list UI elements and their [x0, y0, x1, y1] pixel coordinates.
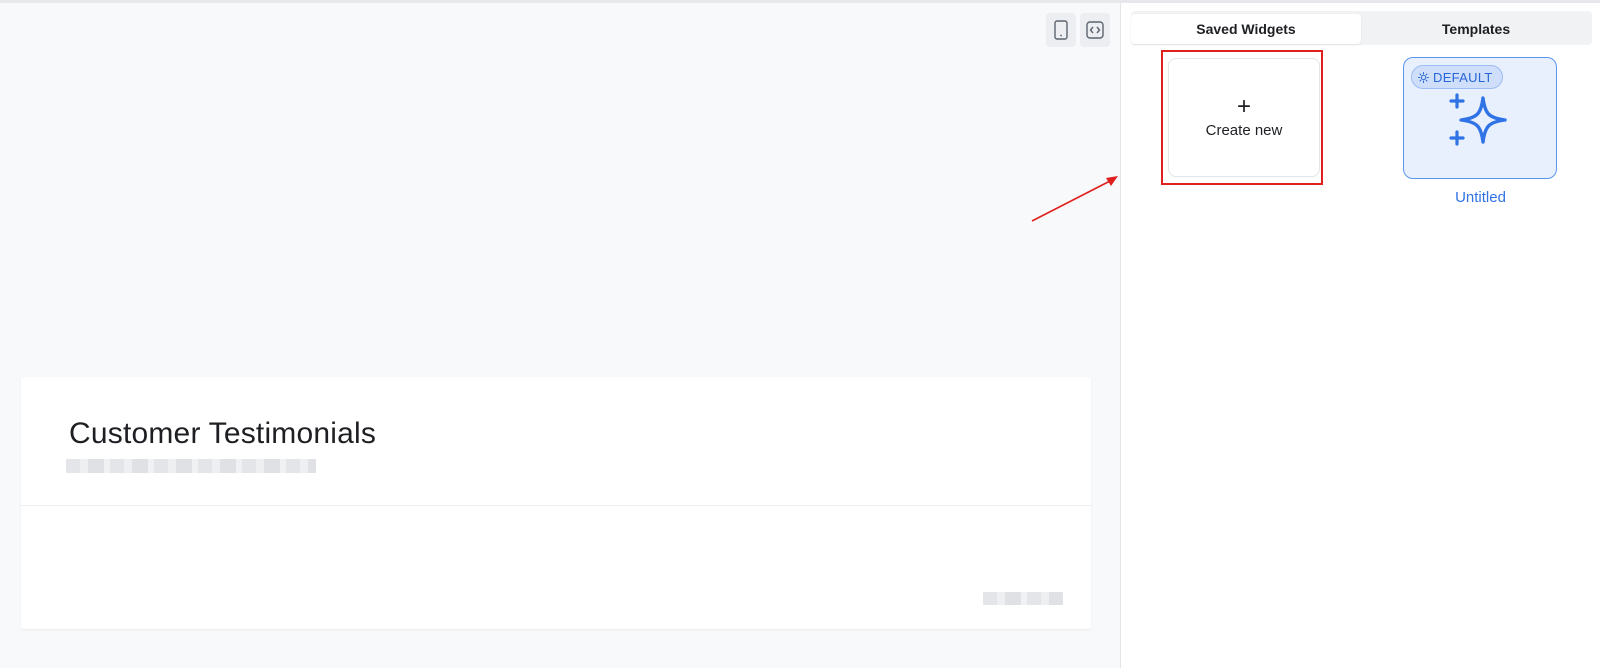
- code-embed-icon: [1086, 21, 1104, 39]
- tab-saved-widgets[interactable]: Saved Widgets: [1131, 14, 1361, 44]
- annotation-arrow: [1031, 176, 1118, 222]
- default-badge-label: DEFAULT: [1433, 69, 1493, 85]
- embed-code-button[interactable]: [1080, 13, 1110, 47]
- widgets-side-panel: Saved Widgets Templates + Create new DEF…: [1120, 3, 1600, 668]
- create-new-label: Create new: [1205, 122, 1283, 139]
- tab-templates[interactable]: Templates: [1361, 14, 1591, 44]
- widget-name-link[interactable]: Untitled: [1403, 189, 1558, 206]
- testimonials-widget-card: Customer Testimonials: [21, 377, 1091, 629]
- mobile-device-icon: [1054, 20, 1068, 40]
- saved-widget-card[interactable]: DEFAULT: [1403, 57, 1557, 179]
- redacted-subtitle: [66, 459, 316, 473]
- widget-title: Customer Testimonials: [69, 417, 377, 450]
- sparkle-icon: [1449, 93, 1507, 146]
- widget-preview-area: Customer Testimonials: [0, 3, 1120, 668]
- card-divider: [21, 505, 1091, 506]
- redacted-footer-text: [983, 592, 1063, 605]
- default-badge: DEFAULT: [1411, 65, 1503, 89]
- mobile-preview-button[interactable]: [1046, 13, 1076, 47]
- sun-icon: [1418, 71, 1429, 83]
- plus-icon: +: [1236, 93, 1251, 120]
- panel-tabs: Saved Widgets Templates: [1131, 11, 1592, 45]
- create-new-widget-button[interactable]: + Create new: [1168, 58, 1320, 177]
